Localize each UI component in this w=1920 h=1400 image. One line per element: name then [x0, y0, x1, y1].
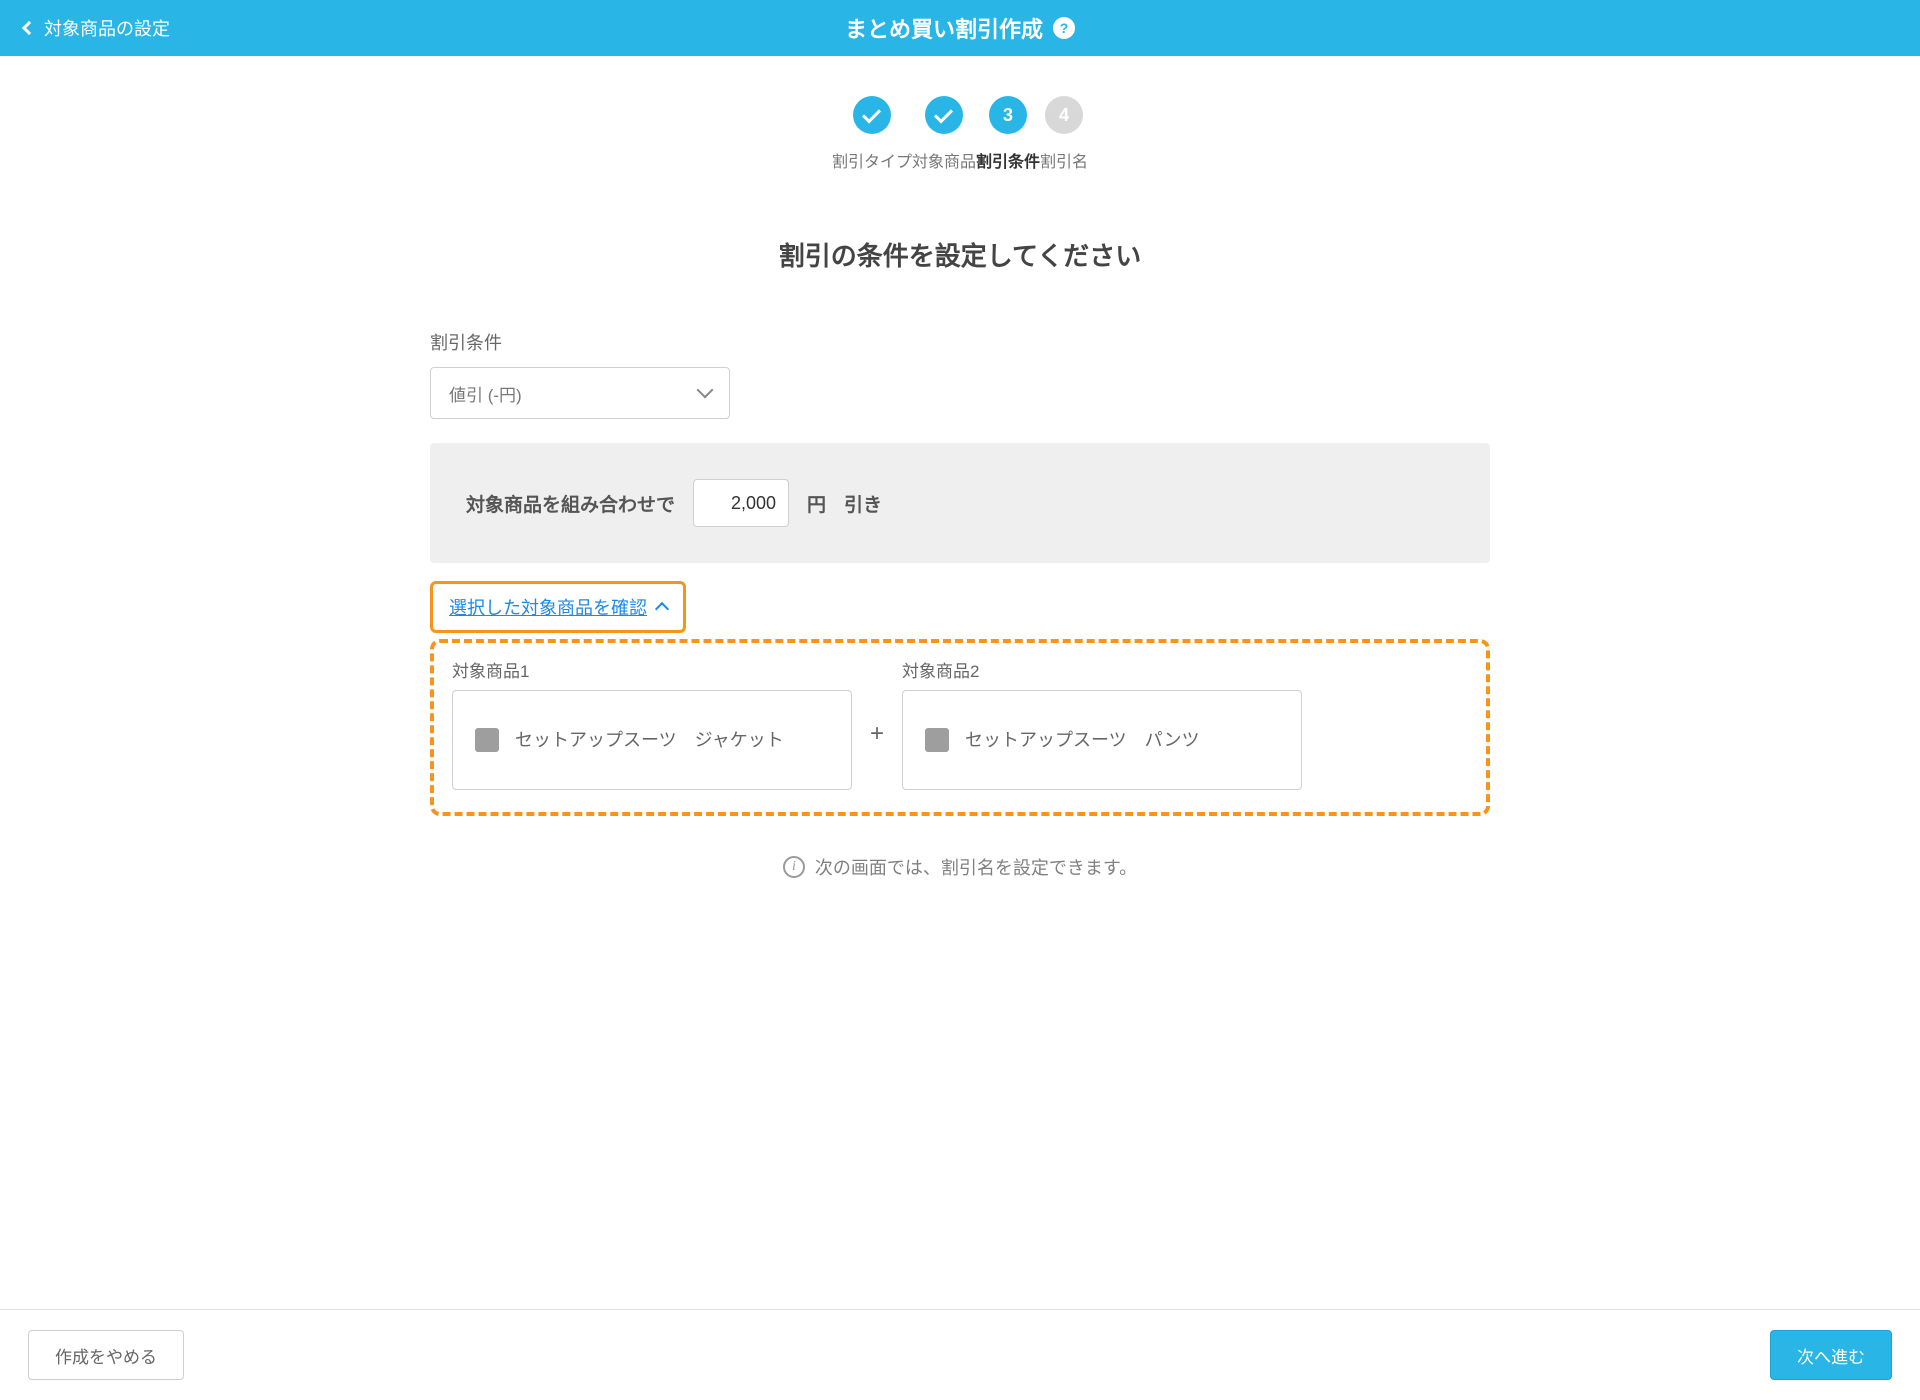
- check-icon: [853, 96, 891, 134]
- step-label: 割引タイプ: [832, 148, 912, 172]
- product-card[interactable]: セットアップスーツ ジャケット: [452, 690, 852, 790]
- step-target-products: 対象商品: [912, 96, 976, 172]
- check-icon: [925, 96, 963, 134]
- hint-text: 次の画面では、割引名を設定できます。: [815, 854, 1137, 880]
- step-number-icon: 4: [1045, 96, 1083, 134]
- back-label: 対象商品の設定: [44, 15, 170, 41]
- product-col-label: 対象商品1: [452, 657, 852, 682]
- product-column-2: 対象商品2 セットアップスーツ パンツ: [902, 657, 1302, 790]
- step-label: 対象商品: [912, 148, 976, 172]
- selected-products-panel: 対象商品1 セットアップスーツ ジャケット + 対象商品2 セットアップスーツ …: [430, 639, 1490, 816]
- chevron-down-icon: [697, 382, 714, 399]
- chevron-up-icon: [655, 602, 669, 616]
- cancel-button[interactable]: 作成をやめる: [28, 1330, 184, 1380]
- page-heading: 割引の条件を設定してください: [430, 236, 1490, 273]
- discount-type-select[interactable]: 値引 (-円): [430, 367, 730, 419]
- product-card[interactable]: セットアップスーツ パンツ: [902, 690, 1302, 790]
- main-content: 割引の条件を設定してください 割引条件 値引 (-円) 対象商品を組み合わせで …: [410, 172, 1510, 1309]
- panel-unit: 円: [807, 490, 826, 517]
- page-title: まとめ買い割引作成 ?: [845, 12, 1075, 44]
- product-column-1: 対象商品1 セットアップスーツ ジャケット: [452, 657, 852, 790]
- discount-amount-panel: 対象商品を組み合わせで 円 引き: [430, 443, 1490, 563]
- next-button[interactable]: 次へ進む: [1770, 1330, 1892, 1380]
- condition-section-label: 割引条件: [430, 329, 1490, 355]
- help-icon[interactable]: ?: [1053, 17, 1075, 39]
- step-number-icon: 3: [989, 96, 1027, 134]
- product-name: セットアップスーツ パンツ: [965, 727, 1200, 754]
- step-label: 割引条件: [976, 148, 1040, 172]
- app-header: 対象商品の設定 まとめ買い割引作成 ?: [0, 0, 1920, 56]
- footer-bar: 作成をやめる 次へ進む: [0, 1309, 1920, 1400]
- step-discount-name: 4 割引名: [1040, 96, 1088, 172]
- step-discount-conditions: 3 割引条件: [976, 96, 1040, 172]
- select-value: 値引 (-円): [449, 381, 522, 406]
- products-row: 対象商品1 セットアップスーツ ジャケット + 対象商品2 セットアップスーツ …: [452, 657, 1468, 790]
- info-icon: i: [783, 856, 805, 878]
- discount-amount-input[interactable]: [693, 479, 789, 527]
- hint-row: i 次の画面では、割引名を設定できます。: [430, 854, 1490, 880]
- confirm-products-toggle[interactable]: 選択した対象商品を確認: [430, 581, 686, 633]
- step-label: 割引名: [1040, 148, 1088, 172]
- product-thumbnail-icon: [475, 728, 499, 752]
- chevron-left-icon: [22, 21, 36, 35]
- back-button[interactable]: 対象商品の設定: [24, 15, 170, 41]
- confirm-link-text: 選択した対象商品を確認: [449, 594, 647, 620]
- product-name: セットアップスーツ ジャケット: [515, 727, 784, 754]
- plus-icon: +: [870, 700, 884, 748]
- panel-prefix: 対象商品を組み合わせで: [466, 490, 675, 517]
- product-col-label: 対象商品2: [902, 657, 1302, 682]
- panel-suffix: 引き: [844, 490, 882, 517]
- step-discount-type: 割引タイプ: [832, 96, 912, 172]
- product-thumbnail-icon: [925, 728, 949, 752]
- title-text: まとめ買い割引作成: [845, 12, 1043, 44]
- stepper: 割引タイプ 対象商品 3 割引条件 4 割引名: [812, 96, 1108, 172]
